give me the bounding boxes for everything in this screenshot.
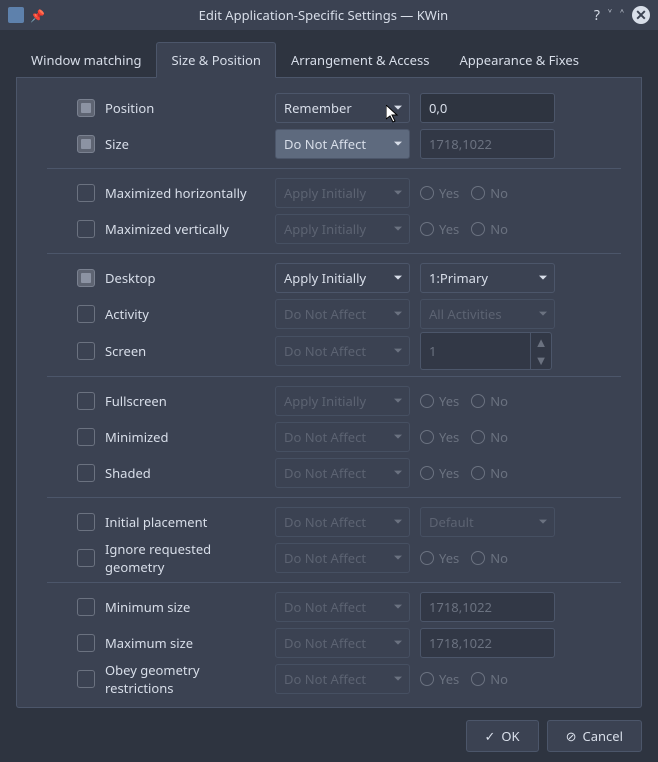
divider [47,168,621,169]
ignoregeo-rule-select: Do Not Affect [275,543,410,573]
size-label: Size [105,135,265,153]
screen-label: Screen [105,342,265,360]
desktop-checkbox[interactable] [77,269,95,287]
fullscreen-checkbox[interactable] [77,392,95,410]
ok-button[interactable]: ✓OK [466,720,539,752]
desktop-value-select[interactable]: 1:Primary [420,263,555,293]
shaded-no-radio [471,466,485,480]
size-rule-select[interactable]: Do Not Affect [275,129,410,159]
maxv-checkbox[interactable] [77,220,95,238]
help-icon[interactable]: ? [594,6,600,25]
ignoregeo-label: Ignore requested geometry [105,540,265,576]
minimized-label: Minimized [105,428,265,446]
maxsize-checkbox[interactable] [77,634,95,652]
maxh-rule-select: Apply Initially [275,178,410,208]
initplace-rule-select: Do Not Affect [275,507,410,537]
screen-checkbox[interactable] [77,342,95,360]
tab-bar: Window matching Size & Position Arrangem… [16,42,642,78]
shaded-label: Shaded [105,464,265,482]
activity-value-select: All Activities [420,299,555,329]
maxsize-rule-select: Do Not Affect [275,628,410,658]
tab-size-position[interactable]: Size & Position [156,42,275,78]
minsize-rule-select: Do Not Affect [275,592,410,622]
maxsize-label: Maximum size [105,634,265,652]
maxv-yes-radio [420,222,434,236]
maxh-yes-radio [420,186,434,200]
maximize-icon[interactable]: ˄ [620,6,624,25]
initplace-value-select: Default [420,507,555,537]
tab-window-matching[interactable]: Window matching [16,42,156,77]
minimize-icon[interactable]: ˅ [608,6,612,25]
position-label: Position [105,99,265,117]
window-title: Edit Application-Specific Settings — KWi… [53,6,594,24]
activity-checkbox[interactable] [77,305,95,323]
maxv-label: Maximized vertically [105,220,265,238]
initplace-label: Initial placement [105,513,265,531]
ignoregeo-no-radio [471,551,485,565]
size-checkbox[interactable] [77,135,95,153]
cancel-button[interactable]: ⊘Cancel [547,720,642,752]
activity-label: Activity [105,305,265,323]
position-checkbox[interactable] [77,99,95,117]
obeygeo-yes-radio [420,672,434,686]
obeygeo-rule-select: Do Not Affect [275,664,410,694]
activity-rule-select: Do Not Affect [275,299,410,329]
tab-arrangement-access[interactable]: Arrangement & Access [276,42,445,77]
initplace-checkbox[interactable] [77,513,95,531]
titlebar: 📌 Edit Application-Specific Settings — K… [0,0,658,30]
shaded-checkbox[interactable] [77,464,95,482]
dialog-buttons: ✓OK ⊘Cancel [16,708,642,752]
maxh-no-radio [471,186,485,200]
ignoregeo-checkbox[interactable] [77,549,95,567]
shaded-rule-select: Do Not Affect [275,458,410,488]
check-icon: ✓ [485,727,496,745]
screen-value-input [420,332,530,370]
chevron-up-icon: ▲ [535,333,548,351]
maxh-label: Maximized horizontally [105,184,265,202]
maxv-rule-select: Apply Initially [275,214,410,244]
minimized-rule-select: Do Not Affect [275,422,410,452]
desktop-label: Desktop [105,269,265,287]
screen-rule-select: Do Not Affect [275,336,410,366]
pin-icon[interactable]: 📌 [30,7,45,24]
ignoregeo-yes-radio [420,551,434,565]
obeygeo-label: Obey geometry restrictions [105,661,265,697]
position-rule-select[interactable]: Remember [275,93,410,123]
settings-panel: Position Remember Size Do Not Affect Max… [16,78,642,708]
cancel-icon: ⊘ [566,727,577,745]
close-icon[interactable]: ✕ [632,6,650,24]
fullscreen-label: Fullscreen [105,392,265,410]
minsize-value-input [420,592,555,622]
maxv-no-radio [471,222,485,236]
obeygeo-no-radio [471,672,485,686]
divider [47,497,621,498]
minsize-label: Minimum size [105,598,265,616]
maxsize-value-input [420,628,555,658]
app-icon [8,7,24,23]
fullscreen-no-radio [471,394,485,408]
size-value-input[interactable] [420,129,555,159]
chevron-down-icon: ▼ [535,351,548,369]
minsize-checkbox[interactable] [77,598,95,616]
desktop-rule-select[interactable]: Apply Initially [275,263,410,293]
maxh-radio-group: Yes No [420,184,508,202]
tab-appearance-fixes[interactable]: Appearance & Fixes [444,42,593,77]
shaded-yes-radio [420,466,434,480]
maxh-checkbox[interactable] [77,184,95,202]
screen-value-spinner: ▲▼ [420,332,552,370]
maxv-radio-group: Yes No [420,220,508,238]
minimized-no-radio [471,430,485,444]
obeygeo-checkbox[interactable] [77,670,95,688]
minimized-checkbox[interactable] [77,428,95,446]
fullscreen-rule-select: Apply Initially [275,386,410,416]
minimized-yes-radio [420,430,434,444]
position-value-input[interactable] [420,93,555,123]
divider [47,376,621,377]
divider [47,253,621,254]
fullscreen-yes-radio [420,394,434,408]
divider [47,582,621,583]
